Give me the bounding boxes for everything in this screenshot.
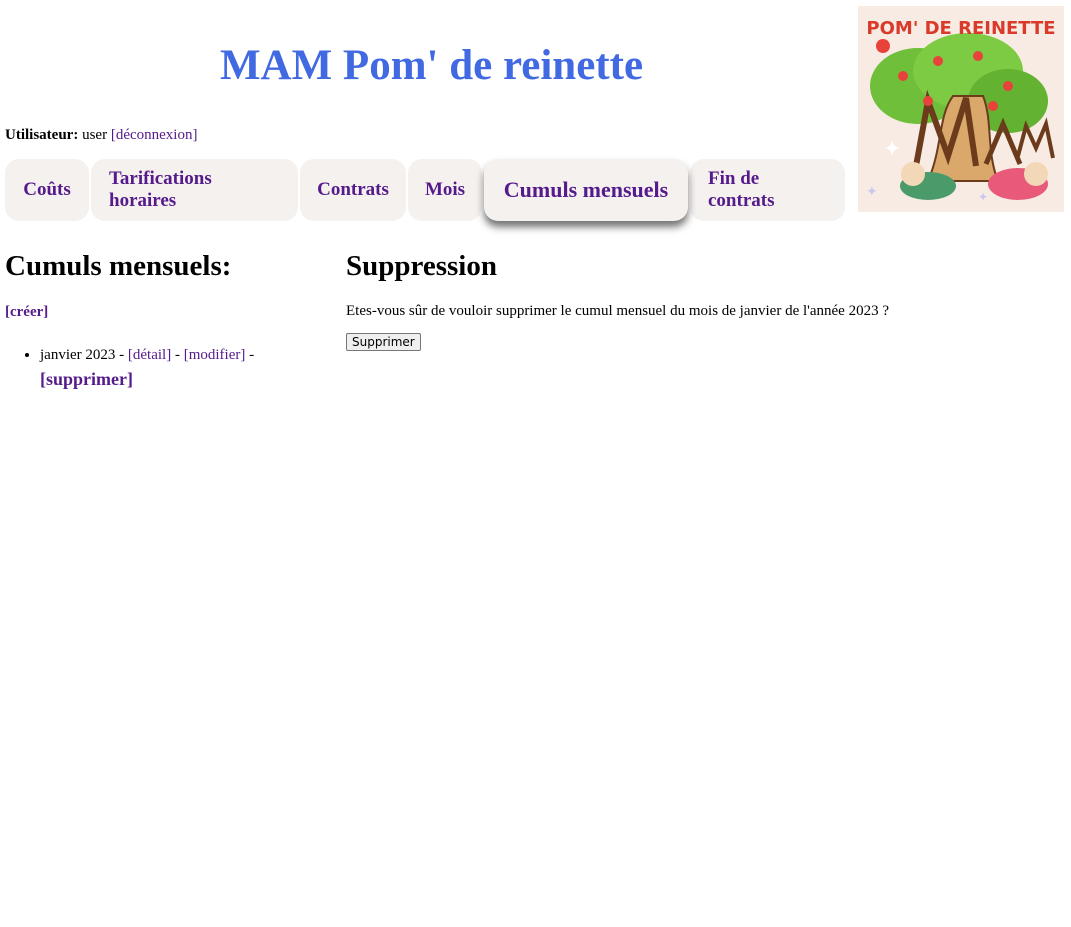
user-line: Utilisateur: user [déconnexion]: [5, 126, 197, 144]
tab-fin-de-contrats[interactable]: Fin de contrats: [690, 159, 845, 221]
tab-contrats[interactable]: Contrats: [300, 159, 406, 221]
user-label: Utilisateur:: [5, 127, 79, 143]
delete-link[interactable]: [supprimer]: [40, 369, 133, 389]
deletion-heading: Suppression: [346, 250, 497, 282]
delete-button[interactable]: Supprimer: [346, 333, 421, 351]
deletion-panel: Suppression Etes-vous sûr de vouloir sup…: [346, 248, 1046, 351]
svg-text:✦: ✦: [883, 136, 901, 161]
separator: -: [115, 347, 128, 363]
tab-mois[interactable]: Mois: [408, 159, 482, 221]
user-name: user: [82, 127, 108, 143]
separator: -: [171, 347, 184, 363]
main-nav: Coûts Tarifications horaires Contrats Mo…: [5, 159, 845, 221]
site-title: MAM Pom' de reinette: [219, 42, 644, 89]
month-name: janvier 2023: [40, 347, 116, 363]
month-list: janvier 2023 - [détail] - [modifier] - […: [5, 343, 345, 393]
mam-logo: ✦ ✦ ✦ POM' DE REINETTE: [858, 6, 1064, 212]
svg-text:✦: ✦: [978, 190, 988, 204]
tab-tarifications-horaires[interactable]: Tarifications horaires: [91, 159, 298, 221]
list-heading: Cumuls mensuels:: [5, 250, 232, 282]
svg-text:✦: ✦: [866, 185, 878, 200]
cumuls-list-panel: Cumuls mensuels: [créer] janvier 2023 - …: [5, 248, 345, 393]
logo-text: POM' DE REINETTE: [866, 18, 1055, 39]
detail-link[interactable]: [détail]: [128, 347, 171, 363]
list-item: janvier 2023 - [détail] - [modifier] - […: [40, 343, 345, 393]
confirm-message: Etes-vous sûr de vouloir supprimer le cu…: [346, 303, 889, 319]
create-link[interactable]: [créer]: [5, 304, 345, 321]
tab-cumuls-mensuels[interactable]: Cumuls mensuels: [484, 159, 688, 221]
tab-couts[interactable]: Coûts: [5, 159, 89, 221]
separator: -: [245, 347, 255, 363]
logout-link[interactable]: [déconnexion]: [111, 127, 198, 143]
edit-link[interactable]: [modifier]: [184, 347, 246, 363]
